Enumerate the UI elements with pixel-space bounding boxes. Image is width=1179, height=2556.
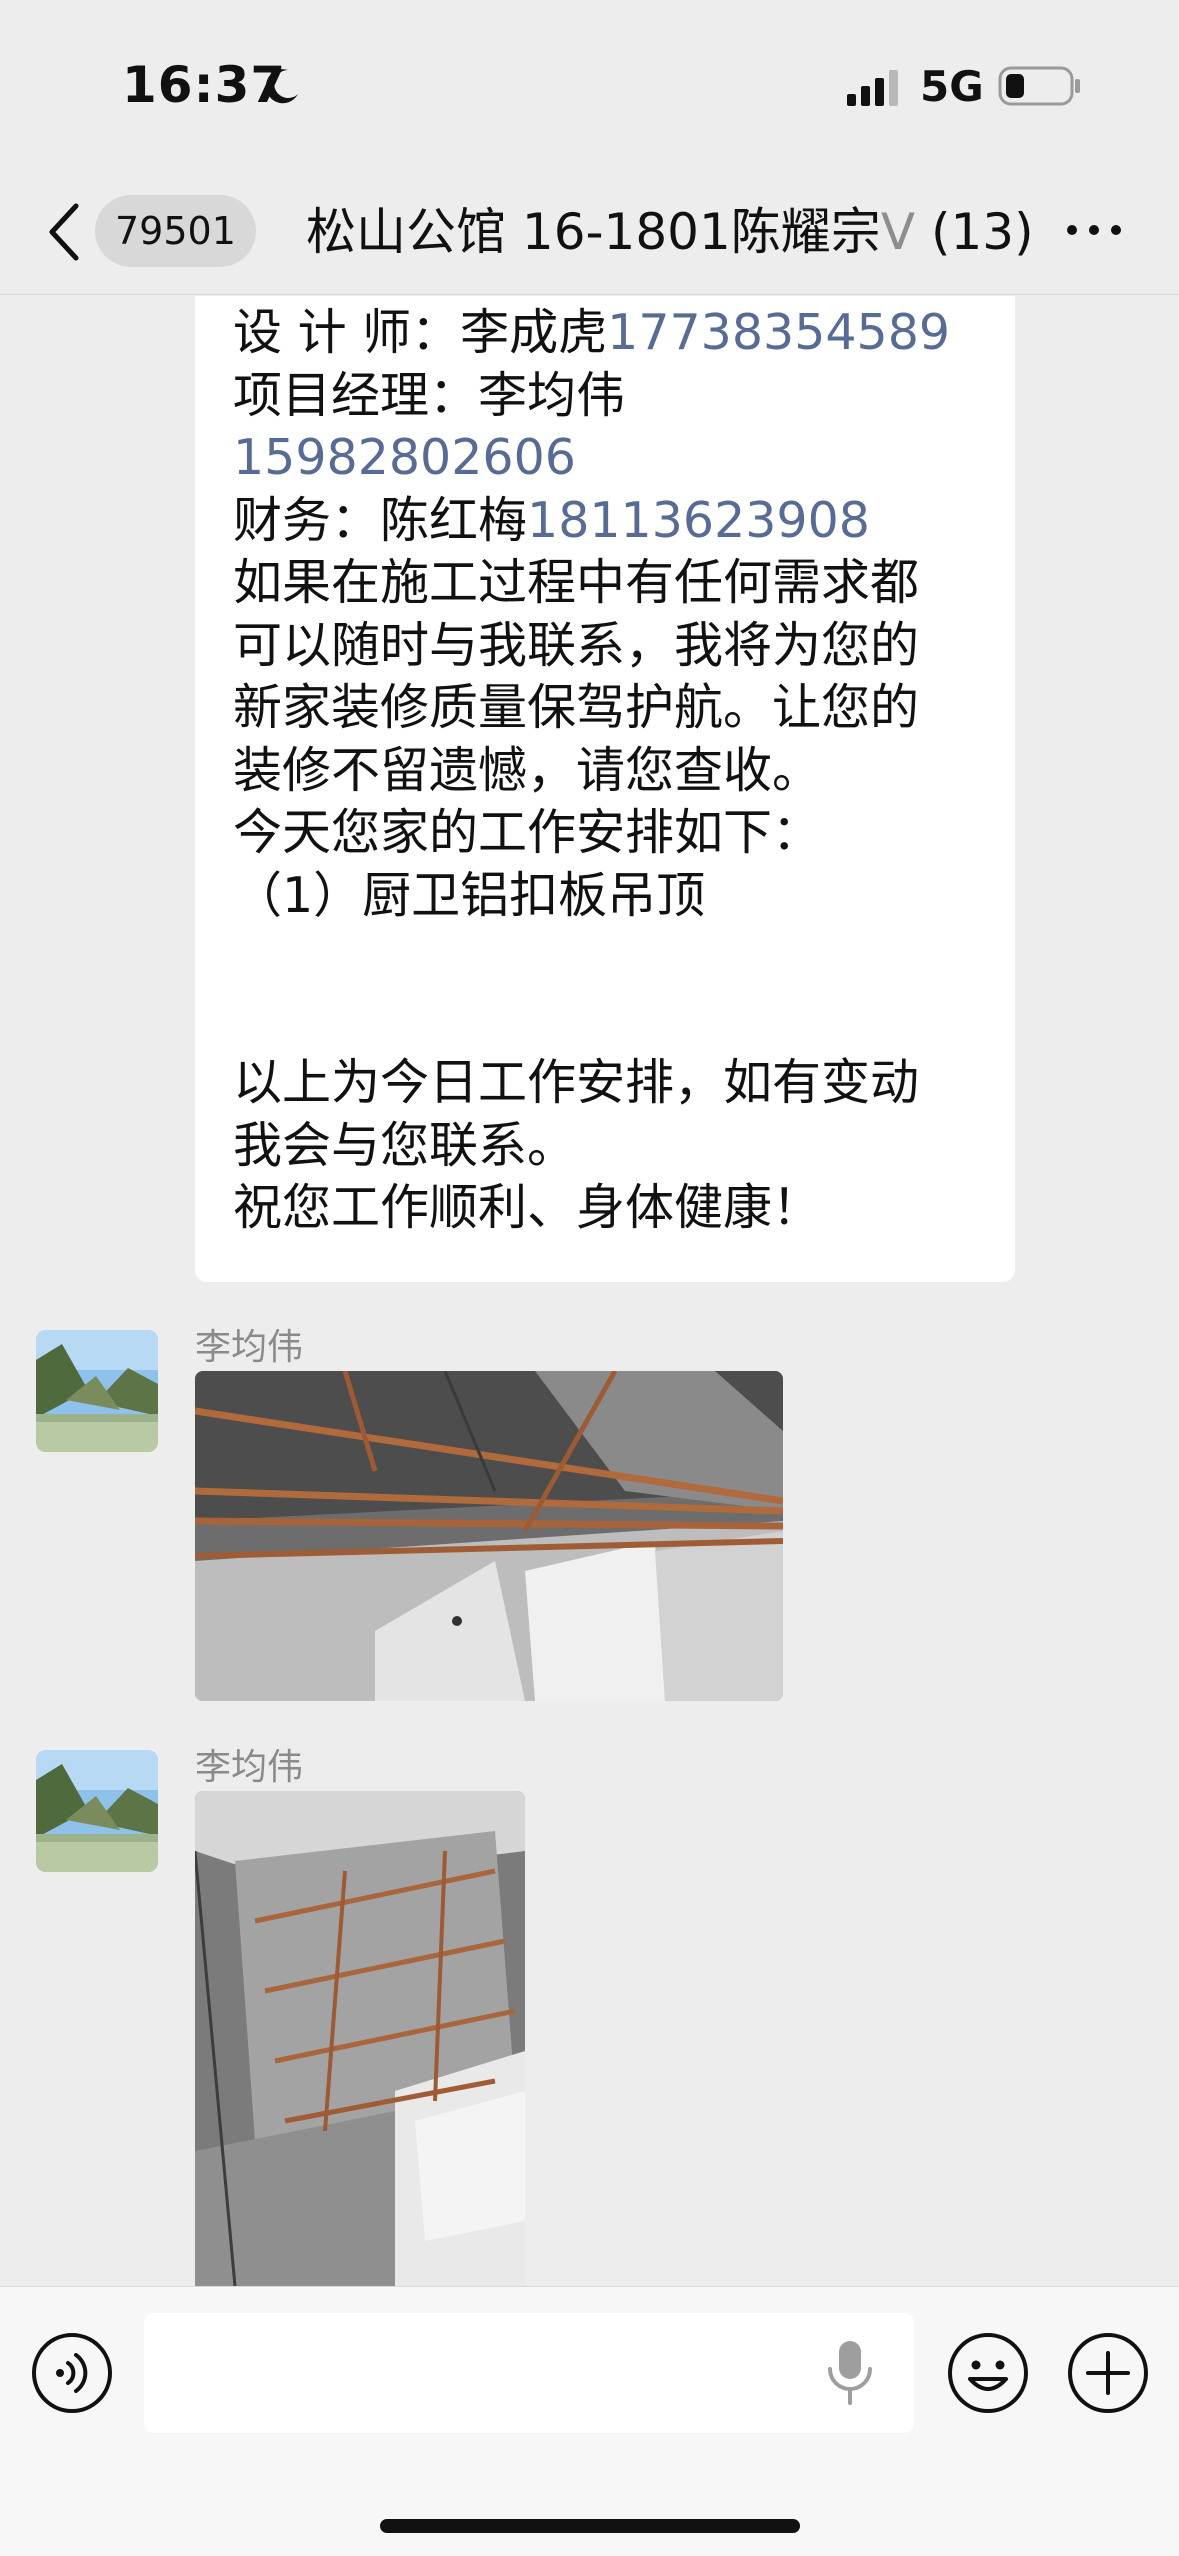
bubble-text-line: 新家装修质量保驾护航。让您的 [233,679,920,736]
finance-phone-link[interactable]: 18113623908 [527,492,870,549]
status-bar: 16:37 5G [0,0,1179,170]
image-message[interactable] [195,1791,525,2286]
ceiling-photo-2 [195,1791,525,2286]
ceiling-photo-1 [195,1371,783,1701]
bubble-text-line: 装修不留遗憾，请您查收。 [233,741,822,799]
finance-label: 财务：陈红梅 [233,491,528,549]
input-bar [0,2286,1179,2556]
bubble-text-line: 以上为今日工作安排，如有变动 [233,1054,920,1111]
text-message-bubble[interactable]: 设 计 师：李成虎17738354589 项目经理：李均伟 1598280260… [195,296,1015,1282]
network-label: 5G [920,62,984,111]
chat-screen: 16:37 5G 79501 松山公馆 16-1801陈耀宗V (13) 设 计… [0,0,1179,2556]
avatar[interactable] [36,1330,158,1452]
home-indicator[interactable] [380,2519,800,2533]
bubble-text-line: 祝您工作顺利、身体健康！ [233,1179,822,1236]
bubble-text-line: 如果在施工过程中有任何需求都 [233,554,920,611]
bubble-line: 设 计 师：李成虎17738354589 [233,302,979,365]
chat-header: 79501 松山公馆 16-1801陈耀宗V (13) [0,170,1179,295]
member-count: (13) [930,203,1034,261]
designer-label: 设 计 师：李成虎 [233,304,608,361]
battery-icon [998,66,1080,106]
bubble-line: 财务：陈红梅18113623908 [233,490,979,553]
chat-title-text: 松山公馆 16-1801陈耀宗 [306,203,881,261]
signal-icon [847,70,898,106]
bubble-text-line: 可以随时与我联系，我将为您的 [233,616,920,674]
voice-icon[interactable] [30,2331,114,2415]
moon-icon [265,69,298,104]
plus-icon[interactable] [1066,2331,1150,2415]
image-message[interactable] [195,1371,783,1701]
avatar[interactable] [36,1750,158,1872]
sender-name: 李均伟 [195,1327,304,1368]
landscape-avatar-image [36,1330,158,1452]
chat-title[interactable]: 松山公馆 16-1801陈耀宗V (13) [306,194,1034,270]
emoji-icon[interactable] [946,2331,1030,2415]
designer-phone-link[interactable]: 17738354589 [607,304,950,361]
more-icon[interactable] [1064,210,1124,250]
bubble-text-line: 我会与您联系。 [233,1116,577,1174]
unread-count-badge[interactable]: 79501 [95,195,256,267]
pm-label: 项目经理：李均伟 [233,366,626,424]
message-input[interactable] [144,2313,914,2433]
chevron-left-icon[interactable] [46,200,82,264]
message-list[interactable]: 设 计 师：李成虎17738354589 项目经理：李均伟 1598280260… [0,296,1179,2286]
landscape-avatar-image [36,1750,158,1872]
mic-icon[interactable] [822,2337,878,2409]
bubble-text-line: 今天您家的工作安排如下： [233,804,822,861]
pm-phone-link[interactable]: 15982802606 [233,427,979,490]
sender-name: 李均伟 [195,1747,304,1788]
verified-mark: V [880,203,916,261]
bubble-text-line: （1）厨卫铝扣板吊顶 [233,866,706,924]
